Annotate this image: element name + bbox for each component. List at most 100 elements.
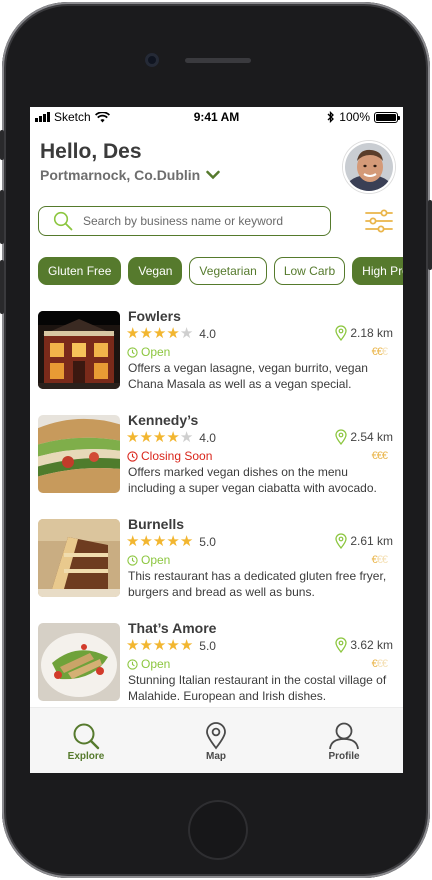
volume-down-button (0, 260, 4, 314)
volume-up-button (0, 190, 4, 244)
front-camera (145, 53, 159, 67)
star-icon: ★ (179, 533, 194, 550)
rating-value: 4.0 (199, 326, 216, 341)
power-button (428, 200, 432, 270)
restaurant-card[interactable]: Burnells ★ ★ ★ ★ ★ 5.0 2.61 km Open €€€ This… (38, 515, 395, 601)
distance-label: 2.54 km (350, 430, 393, 444)
restaurant-name: Fowlers (128, 308, 181, 324)
clock-icon (127, 658, 138, 670)
clock-icon (127, 346, 138, 358)
map-pin-icon (335, 325, 347, 341)
restaurant-card[interactable]: That’s Amore ★ ★ ★ ★ ★ 5.0 3.62 km Open €€€ … (38, 619, 395, 705)
chip-low-carb[interactable]: Low Carb (273, 257, 346, 285)
app-screen: Sketch 9:41 AM 100% Hello, Des Portmarno… (30, 107, 403, 773)
tab-profile[interactable]: Profile (304, 722, 384, 762)
distance-label: 2.61 km (350, 534, 393, 548)
clock-icon (127, 450, 138, 462)
earpiece-speaker (185, 58, 251, 63)
search-icon (53, 211, 73, 231)
star-icon: ★ (126, 429, 140, 446)
map-pin-icon (335, 637, 347, 653)
restaurant-description: Offers marked vegan dishes on the menu i… (128, 465, 377, 495)
status-right: 100% (327, 110, 400, 124)
restaurant-description: Stunning Italian restaurant in the costa… (128, 673, 387, 703)
star-icon: ★ (126, 637, 140, 654)
star-rating: ★ ★ ★ ★ ★ 5.0 (126, 638, 216, 653)
star-icon: ★ (139, 637, 153, 654)
restaurant-photo (38, 415, 120, 493)
open-status: Open (127, 345, 170, 359)
map-pin-icon (335, 429, 347, 445)
distance: 2.54 km (335, 429, 393, 445)
closing-status: Closing Soon (127, 449, 212, 463)
search-bar[interactable] (38, 206, 331, 236)
rating-value: 5.0 (199, 638, 216, 653)
price-level: €€€ (371, 658, 388, 670)
star-icon: ★ (166, 325, 180, 342)
sliders-icon (365, 209, 393, 233)
avatar-photo (345, 143, 393, 191)
price-level: €€€ (371, 554, 388, 566)
status-label: Closing Soon (141, 449, 213, 463)
distance-label: 2.18 km (350, 326, 393, 340)
filter-button[interactable] (364, 208, 394, 234)
bluetooth-icon (327, 111, 335, 123)
chip-high-protein[interactable]: High Protein (352, 257, 403, 285)
location-selector[interactable]: Portmarnock, Co.Dublin (40, 167, 220, 183)
avatar[interactable] (343, 141, 395, 193)
restaurant-name: That’s Amore (128, 620, 217, 636)
star-icon: ★ (166, 637, 180, 654)
tab-label: Profile (328, 751, 360, 762)
status-label: Open (141, 345, 171, 359)
restaurant-photo (38, 311, 120, 389)
clock-icon (127, 554, 138, 566)
restaurant-description: Offers a vegan lasagne, vegan burrito, v… (128, 361, 368, 391)
home-button[interactable] (188, 800, 248, 860)
star-icon: ★ (126, 533, 140, 550)
map-pin-icon (335, 533, 347, 549)
tab-label: Explore (67, 751, 105, 762)
star-icon: ★ (139, 533, 153, 550)
search-icon (73, 723, 100, 750)
distance: 2.61 km (335, 533, 393, 549)
chip-vegetarian[interactable]: Vegetarian (189, 257, 267, 285)
tab-label: Map (206, 751, 226, 762)
restaurant-list: Fowlers ★ ★ ★ ★ ★ 4.0 2.18 km Open €€€ Offer… (30, 303, 403, 707)
restaurant-photo (38, 519, 120, 597)
star-icon: ★ (152, 325, 167, 342)
tab-explore[interactable]: Explore (46, 722, 126, 762)
restaurant-card[interactable]: Kennedy’s ★ ★ ★ ★ ★ 4.0 2.54 km Closing Soon… (38, 411, 395, 497)
user-icon (329, 722, 359, 750)
greeting-title: Hello, Des (40, 140, 142, 163)
star-icon: ★ (126, 325, 140, 342)
location-label: Portmarnock, Co.Dublin (40, 167, 201, 183)
distance-label: 3.62 km (350, 638, 393, 652)
star-icon: ★ (179, 637, 194, 654)
open-status: Open (127, 657, 170, 671)
star-rating: ★ ★ ★ ★ ★ 4.0 (126, 326, 216, 341)
star-rating: ★ ★ ★ ★ ★ 5.0 (126, 534, 216, 549)
status-label: Open (141, 657, 171, 671)
price-level: €€€ (371, 450, 388, 462)
star-icon: ★ (152, 637, 167, 654)
chevron-down-icon (206, 170, 220, 180)
tab-bar: Explore Map Profile (30, 707, 403, 773)
star-rating: ★ ★ ★ ★ ★ 4.0 (126, 430, 216, 445)
star-icon: ★ (166, 429, 180, 446)
star-icon: ★ (152, 429, 167, 446)
restaurant-name: Kennedy’s (128, 412, 199, 428)
chip-vegan[interactable]: Vegan (128, 257, 183, 285)
restaurant-name: Burnells (128, 516, 185, 532)
tab-map[interactable]: Map (176, 722, 256, 762)
status-bar: Sketch 9:41 AM 100% (30, 107, 403, 127)
search-input[interactable] (83, 214, 313, 228)
chip-gluten-free[interactable]: Gluten Free (38, 257, 122, 285)
battery-icon (374, 111, 400, 123)
restaurant-card[interactable]: Fowlers ★ ★ ★ ★ ★ 4.0 2.18 km Open €€€ Offer… (38, 307, 395, 393)
price-level: €€€ (371, 346, 388, 358)
rating-value: 5.0 (199, 534, 216, 549)
rating-value: 4.0 (199, 430, 216, 445)
battery-percent: 100% (339, 110, 370, 124)
star-icon: ★ (179, 429, 194, 446)
star-icon: ★ (139, 325, 153, 342)
